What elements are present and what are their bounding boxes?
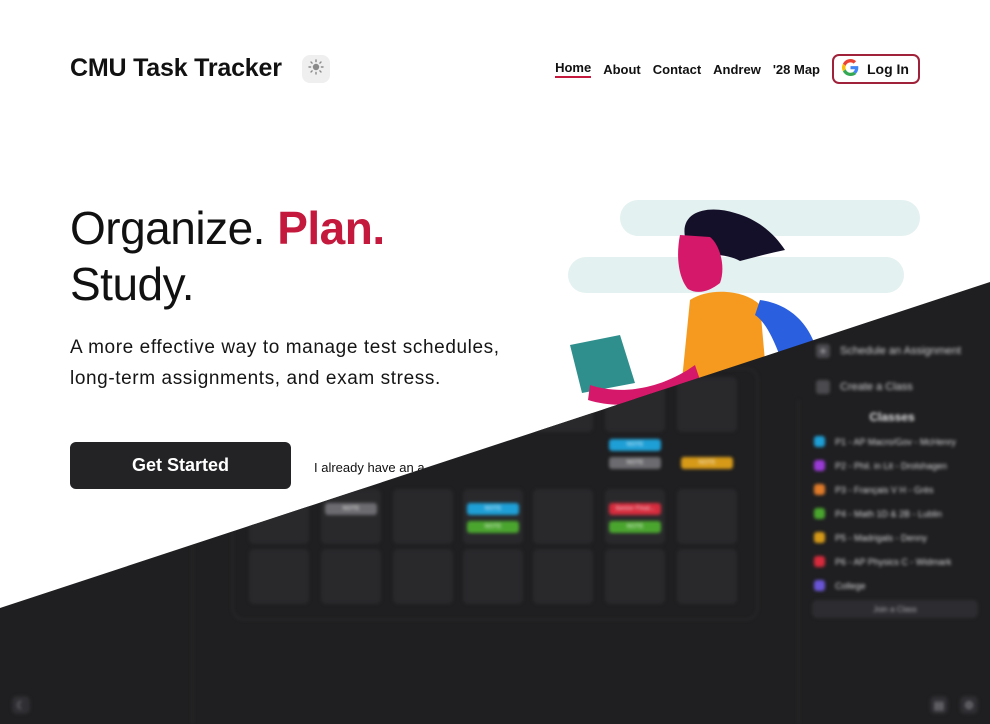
calendar-icon[interactable]: ▤ <box>930 696 948 714</box>
calendar-cell[interactable] <box>321 549 381 604</box>
calendar-cell[interactable] <box>533 489 593 544</box>
class-icon <box>816 380 830 394</box>
calendar-cell[interactable] <box>605 489 665 544</box>
calendar-cell[interactable] <box>677 377 737 432</box>
note-chip[interactable]: NOTE <box>609 457 661 469</box>
class-item[interactable]: P1 - AP Macro/Gov - McHenry <box>814 436 956 447</box>
classes-heading: Classes <box>869 410 915 424</box>
hero-word-study: Study. <box>70 258 195 310</box>
class-name: P3 - Français V H - Grès <box>835 484 934 495</box>
class-color-dot <box>814 484 825 495</box>
create-class-button[interactable]: Create a Class <box>816 380 913 394</box>
moon-icon[interactable]: ☾ <box>12 696 30 714</box>
class-item[interactable]: P6 - AP Physics C - Widmark <box>814 556 951 567</box>
classes-sidebar: + Schedule an Assignment Create a Class … <box>806 300 990 724</box>
class-color-dot <box>814 556 825 567</box>
class-name: P5 - Madrigals - Denny <box>835 532 928 543</box>
class-color-dot <box>814 460 825 471</box>
hero-word-organize: Organize. <box>70 202 265 254</box>
already-have-account-link[interactable]: I already have an a <box>314 460 425 475</box>
nav-about[interactable]: About <box>603 62 641 77</box>
calendar-cell[interactable] <box>463 489 523 544</box>
nav-home[interactable]: Home <box>555 60 592 78</box>
header: CMU Task Tracker Home About Contact Andr… <box>0 0 990 140</box>
calendar-cell[interactable] <box>249 489 309 544</box>
schedule-assignment-button[interactable]: + Schedule an Assignment <box>816 344 961 358</box>
note-chip[interactable]: NOTE <box>681 457 733 469</box>
class-name: P4 - Math 1D & 2B - Lublin <box>835 508 943 519</box>
calendar-cell[interactable] <box>393 489 453 544</box>
hero-title: Organize. Plan. Study. <box>70 200 385 312</box>
calendar-cell[interactable] <box>605 549 665 604</box>
nav-andrew[interactable]: Andrew <box>713 62 761 77</box>
hero-subtitle: A more effective way to manage test sche… <box>70 337 500 389</box>
calendar-grid: NOTE NOTE NOTE NOTE NOTE NOTE Senior Fin… <box>232 368 758 620</box>
senior-final-chip[interactable]: Senior Final... <box>609 503 661 515</box>
hero-word-plan: Plan. <box>277 202 385 254</box>
google-icon <box>842 59 859 79</box>
calendar-cell[interactable] <box>463 549 523 604</box>
preview-divider-right <box>798 400 799 724</box>
note-chip[interactable]: NOTE <box>609 439 661 451</box>
calendar-cell[interactable] <box>393 549 453 604</box>
note-chip[interactable]: NOTE <box>467 521 519 533</box>
class-color-dot <box>814 508 825 519</box>
class-color-dot <box>814 436 825 447</box>
class-color-dot <box>814 580 825 591</box>
join-class-button[interactable]: Join a Class <box>812 600 978 618</box>
plus-icon: + <box>816 344 830 358</box>
class-item[interactable]: P5 - Madrigals - Denny <box>814 532 927 543</box>
class-item[interactable]: P3 - Français V H - Grès <box>814 484 934 495</box>
class-name: College <box>835 580 866 591</box>
calendar-cell[interactable] <box>677 489 737 544</box>
nav-28-map[interactable]: '28 Map <box>773 62 820 77</box>
main-nav: Home About Contact Andrew '28 Map Log In <box>555 54 920 84</box>
theme-toggle-button[interactable] <box>302 55 330 83</box>
calendar-cell[interactable] <box>321 489 381 544</box>
get-started-button[interactable]: Get Started <box>70 442 291 489</box>
class-item[interactable]: College <box>814 580 866 591</box>
calendar-cell[interactable] <box>533 549 593 604</box>
gear-icon[interactable]: ⚙ <box>960 696 978 714</box>
login-label: Log In <box>867 61 909 77</box>
class-name: P2 - Phil. in Lit - Drolshagen <box>835 460 948 471</box>
note-chip[interactable]: NOTE <box>325 503 377 515</box>
class-item[interactable]: P4 - Math 1D & 2B - Lublin <box>814 508 942 519</box>
calendar-cell[interactable] <box>677 549 737 604</box>
class-name: P6 - AP Physics C - Widmark <box>835 556 952 567</box>
class-color-dot <box>814 532 825 543</box>
schedule-assignment-label: Schedule an Assignment <box>840 345 962 357</box>
calendar-cell[interactable] <box>249 549 309 604</box>
class-item[interactable]: P2 - Phil. in Lit - Drolshagen <box>814 460 947 471</box>
brand-title[interactable]: CMU Task Tracker <box>70 54 282 83</box>
login-button[interactable]: Log In <box>832 54 920 84</box>
sun-icon <box>308 58 324 80</box>
nav-contact[interactable]: Contact <box>653 62 701 77</box>
note-chip[interactable]: NOTE <box>467 503 519 515</box>
class-name: P1 - AP Macro/Gov - McHenry <box>835 436 956 447</box>
note-chip[interactable]: NOTE <box>609 521 661 533</box>
create-class-label: Create a Class <box>840 381 913 393</box>
